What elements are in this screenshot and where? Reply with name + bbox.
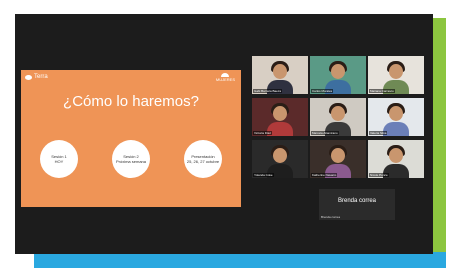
- participant-face: [389, 64, 403, 79]
- session-1-detail: HOY: [54, 159, 64, 164]
- participant-face: [331, 106, 345, 121]
- participant-tile[interactable]: Carlos Morales: [310, 56, 366, 94]
- terra-logo: Terra: [25, 74, 48, 80]
- participant-face: [273, 148, 287, 163]
- participant-tile[interactable]: Marcela Altamirano: [310, 98, 366, 136]
- participant-display-name: Brenda correa: [337, 198, 377, 204]
- participant-name-label: Victoria Díaz: [253, 131, 272, 135]
- participant-tile[interactable]: Victoria Díaz: [252, 98, 308, 136]
- participant-tile[interactable]: Mariana Carrasco: [368, 56, 424, 94]
- participant-name-label: Mariana Carrasco: [369, 89, 395, 93]
- session-2-circle: Sesión 2 Próxima semana: [112, 140, 150, 178]
- participant-tile[interactable]: Gabi Barraza Baeza: [252, 56, 308, 94]
- mujeres-logo-text: MUJERES: [215, 77, 235, 82]
- frame-blue-accent: [34, 252, 446, 268]
- participant-face: [389, 106, 403, 121]
- participant-face: [331, 64, 345, 79]
- participant-name-label: Nicole Ponce: [369, 173, 389, 177]
- participant-tile[interactable]: Nicole Ponce: [368, 140, 424, 178]
- participant-name-label: Gabi Barraza Baeza: [253, 89, 283, 93]
- video-call-window: Terra MUJERES ¿Cómo lo haremos? Sesión 1…: [15, 14, 433, 254]
- shared-presentation-slide: Terra MUJERES ¿Cómo lo haremos? Sesión 1…: [21, 70, 241, 207]
- participant-name-label: Katherine Navarro: [311, 173, 338, 177]
- participant-name-label: Carlos Morales: [311, 89, 334, 93]
- terra-logo-text: Terra: [34, 74, 48, 80]
- participant-face: [273, 64, 287, 79]
- slide-title: ¿Cómo lo haremos?: [63, 93, 199, 110]
- participant-tile[interactable]: Yolanda Coke: [252, 140, 308, 178]
- participant-name-label: Valeria Silva: [369, 131, 388, 135]
- participant-tile[interactable]: Valeria Silva: [368, 98, 424, 136]
- mujeres-logo: MUJERES: [216, 73, 235, 82]
- participant-name-caption: Brenda correa: [321, 215, 341, 219]
- participant-face: [331, 148, 345, 163]
- session-2-detail: Próxima semana: [115, 159, 146, 164]
- session-1-circle: Sesión 1 HOY: [40, 140, 78, 178]
- terra-logo-mark: [25, 74, 32, 80]
- presentation-detail: 25, 26, 27 octubre: [186, 159, 220, 164]
- presentation-circle: Presentación 25, 26, 27 octubre: [184, 140, 222, 178]
- participant-name-label: Marcela Altamirano: [311, 131, 339, 135]
- participant-tile[interactable]: Katherine Navarro: [310, 140, 366, 178]
- participant-face: [389, 148, 403, 163]
- participant-face: [273, 106, 287, 121]
- participant-name-label: Yolanda Coke: [253, 173, 274, 177]
- participant-tile-brenda[interactable]: Brenda correa Brenda correa: [319, 189, 395, 220]
